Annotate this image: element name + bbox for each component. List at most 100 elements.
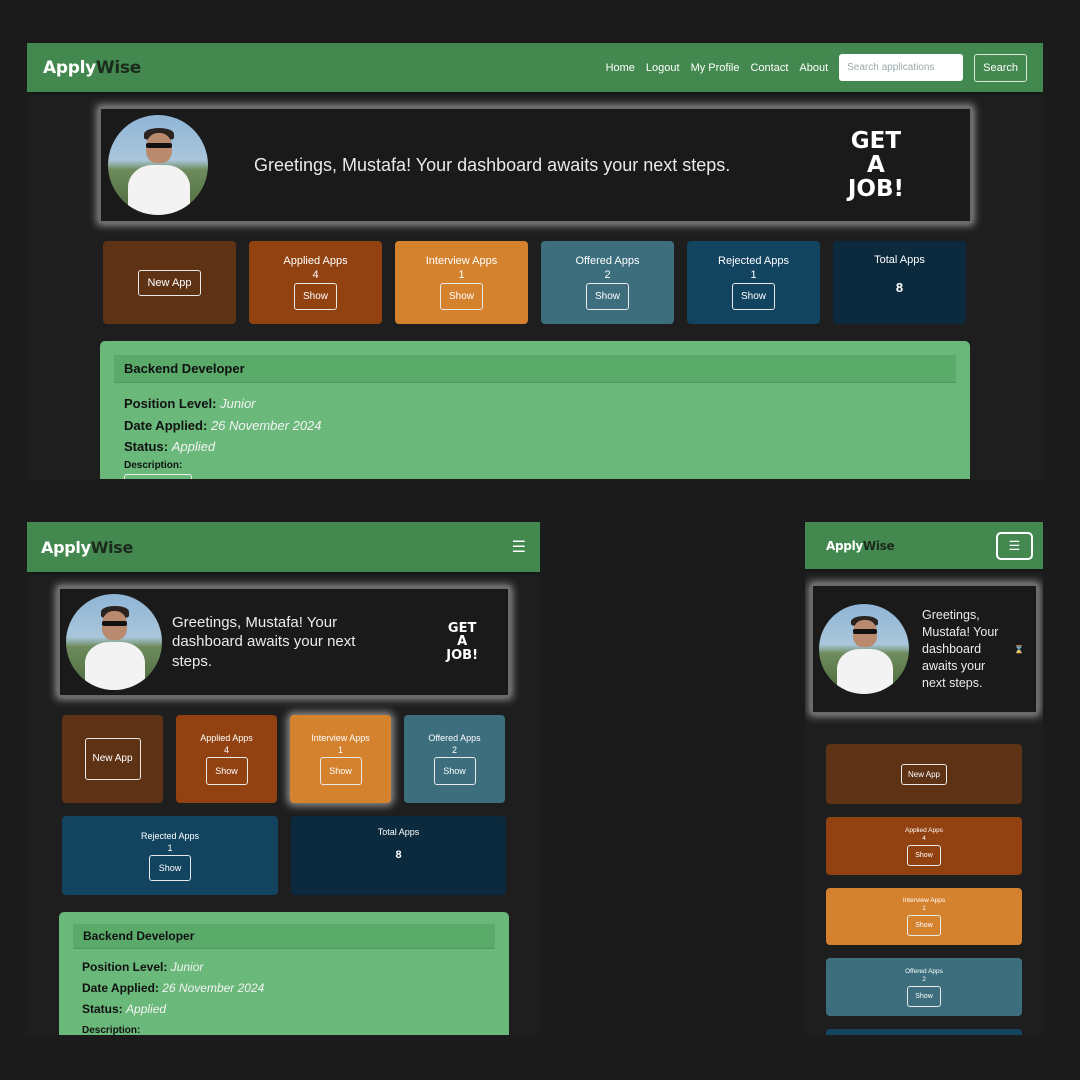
greeting-text: Greetings, Mustafa! Your dashboard await… — [922, 607, 999, 690]
desktop-view: ApplyWise Home Logout My Profile Contact… — [27, 43, 1043, 479]
avatar — [66, 594, 162, 690]
new-app-button[interactable]: New App — [900, 763, 948, 785]
new-app-card: New App — [826, 744, 1022, 804]
job-card[interactable]: Backend Developer Position Level: Junior… — [59, 912, 509, 1035]
greeting-text: Greetings, Mustafa! Your dashboard await… — [172, 613, 356, 670]
greeting-text: Greetings, Mustafa! Your dashboard await… — [254, 154, 731, 175]
applied-show-button[interactable]: Show — [205, 757, 248, 785]
status: Status: Applied — [82, 1002, 167, 1016]
job-title: Backend Developer — [114, 355, 956, 383]
brand-logo[interactable]: ApplyWise — [43, 58, 141, 78]
applied-apps-count: 4 — [223, 745, 229, 755]
description-label: Description: — [82, 1025, 141, 1035]
offered-show-button[interactable]: Show — [586, 283, 629, 310]
nav-home-link[interactable]: Home — [606, 62, 635, 74]
applied-show-button[interactable]: Show — [294, 283, 337, 310]
brand-logo[interactable]: ApplyWise — [41, 538, 133, 557]
rejected-apps-label: Rejected Apps — [718, 255, 789, 267]
rejected-apps-count: 1 — [750, 269, 757, 281]
offered-apps-count: 2 — [922, 975, 926, 983]
interview-apps-card: Interview Apps 1 Show — [395, 241, 528, 324]
nav-contact-link[interactable]: Contact — [750, 62, 788, 74]
tablet-view: ApplyWise ☰ Greetings, Mustafa! Your das… — [27, 522, 540, 1035]
total-apps-card: Total Apps 8 — [833, 241, 966, 324]
applied-show-button[interactable]: Show — [907, 844, 941, 866]
hamburger-icon[interactable]: ☰ — [512, 537, 526, 557]
status: Status: Applied — [124, 439, 216, 454]
search-button[interactable]: Search — [974, 53, 1027, 82]
hourglass-icon: ⌛ — [1014, 644, 1024, 654]
interview-apps-label: Interview Apps — [311, 733, 370, 743]
rejected-apps-count: 1 — [167, 842, 173, 853]
applied-apps-label: Applied Apps — [905, 826, 943, 834]
interview-apps-count: 1 — [458, 269, 465, 281]
total-apps-count: 8 — [395, 849, 402, 861]
description-box — [124, 473, 192, 479]
applied-apps-card: Applied Apps 4 Show — [249, 241, 382, 324]
new-app-card: New App — [103, 241, 236, 324]
interview-apps-count: 1 — [337, 745, 343, 755]
job-title: Backend Developer — [73, 924, 495, 949]
offered-apps-label: Offered Apps — [575, 255, 640, 267]
offered-apps-count: 2 — [451, 745, 457, 755]
position-level: Position Level: Junior — [82, 960, 204, 974]
job-card[interactable]: Backend Developer Position Level: Junior… — [100, 341, 970, 479]
greeting-card: Greetings, Mustafa! Your dashboard await… — [58, 587, 510, 697]
applied-apps-count: 4 — [312, 269, 319, 281]
rejected-apps-card: Rejected Apps 1 Show — [62, 816, 278, 895]
get-a-job-logo: GET A JOB! — [446, 620, 478, 663]
nav-logout-link[interactable]: Logout — [646, 62, 680, 74]
rejected-apps-card: Rejected Apps 1 Show — [687, 241, 820, 324]
interview-show-button[interactable]: Show — [319, 757, 362, 785]
total-apps-count: 8 — [895, 280, 904, 295]
new-app-card: New App — [62, 715, 163, 803]
get-a-job-logo: GET A JOB! — [847, 127, 904, 203]
date-applied: Date Applied: 26 November 2024 — [124, 417, 322, 433]
total-apps-card: Total Apps 8 — [291, 816, 506, 895]
offered-apps-label: Offered Apps — [905, 967, 943, 975]
nav-about-link[interactable]: About — [799, 62, 828, 74]
greeting-card: Greetings, Mustafa! Your dashboard await… — [99, 107, 972, 223]
applied-apps-count: 4 — [922, 834, 926, 842]
rejected-apps-label: Rejected Apps — [140, 830, 200, 841]
date-applied: Date Applied: 26 November 2024 — [82, 981, 265, 995]
applied-apps-label: Applied Apps — [200, 733, 253, 743]
offered-apps-card: Offered Apps 2 Show — [826, 958, 1022, 1016]
applied-apps-card: Applied Apps 4 Show — [176, 715, 277, 803]
offered-apps-card: Offered Apps 2 Show — [404, 715, 505, 803]
interview-apps-count: 1 — [922, 905, 926, 912]
applied-apps-label: Applied Apps — [283, 255, 348, 267]
offered-show-button[interactable]: Show — [433, 757, 476, 785]
new-app-button[interactable]: New App — [84, 738, 141, 780]
nav-profile-link[interactable]: My Profile — [691, 62, 740, 74]
navbar: ApplyWise ☰ — [805, 522, 1043, 569]
rejected-show-button[interactable]: Show — [149, 854, 191, 881]
interview-apps-card: Interview Apps 1 Show — [826, 888, 1022, 945]
interview-apps-card: Interview Apps 1 Show — [290, 715, 391, 803]
navbar: ApplyWise Home Logout My Profile Contact… — [27, 43, 1043, 92]
interview-apps-label: Interview Apps — [425, 255, 498, 267]
avatar — [108, 115, 208, 215]
hamburger-icon[interactable]: ☰ — [996, 531, 1033, 560]
offered-show-button[interactable]: Show — [907, 985, 941, 1007]
interview-apps-label: Interview Apps — [902, 897, 946, 904]
offered-apps-label: Offered Apps — [428, 733, 481, 743]
interview-show-button[interactable]: Show — [907, 915, 941, 936]
mobile-view: ApplyWise ☰ Greetings, Mustafa! Your das… — [805, 522, 1043, 1035]
total-apps-label: Total Apps — [874, 254, 925, 266]
offered-apps-card: Offered Apps 2 Show — [541, 241, 674, 324]
applied-apps-card: Applied Apps 4 Show — [826, 817, 1022, 875]
description-label: Description: — [124, 459, 183, 471]
position-level: Position Level: Junior — [124, 396, 256, 411]
total-apps-label: Total Apps — [377, 827, 420, 837]
navbar: ApplyWise ☰ — [27, 522, 540, 572]
new-app-button[interactable]: New App — [138, 269, 201, 296]
brand-logo[interactable]: ApplyWise — [826, 539, 895, 553]
greeting-card: Greetings, Mustafa! Your dashboard await… — [811, 584, 1038, 714]
rejected-show-button[interactable]: Show — [732, 283, 775, 310]
interview-show-button[interactable]: Show — [440, 283, 483, 310]
offered-apps-count: 2 — [604, 269, 611, 281]
search-input[interactable] — [839, 54, 964, 81]
rejected-apps-card — [826, 1029, 1022, 1035]
avatar — [819, 604, 909, 694]
